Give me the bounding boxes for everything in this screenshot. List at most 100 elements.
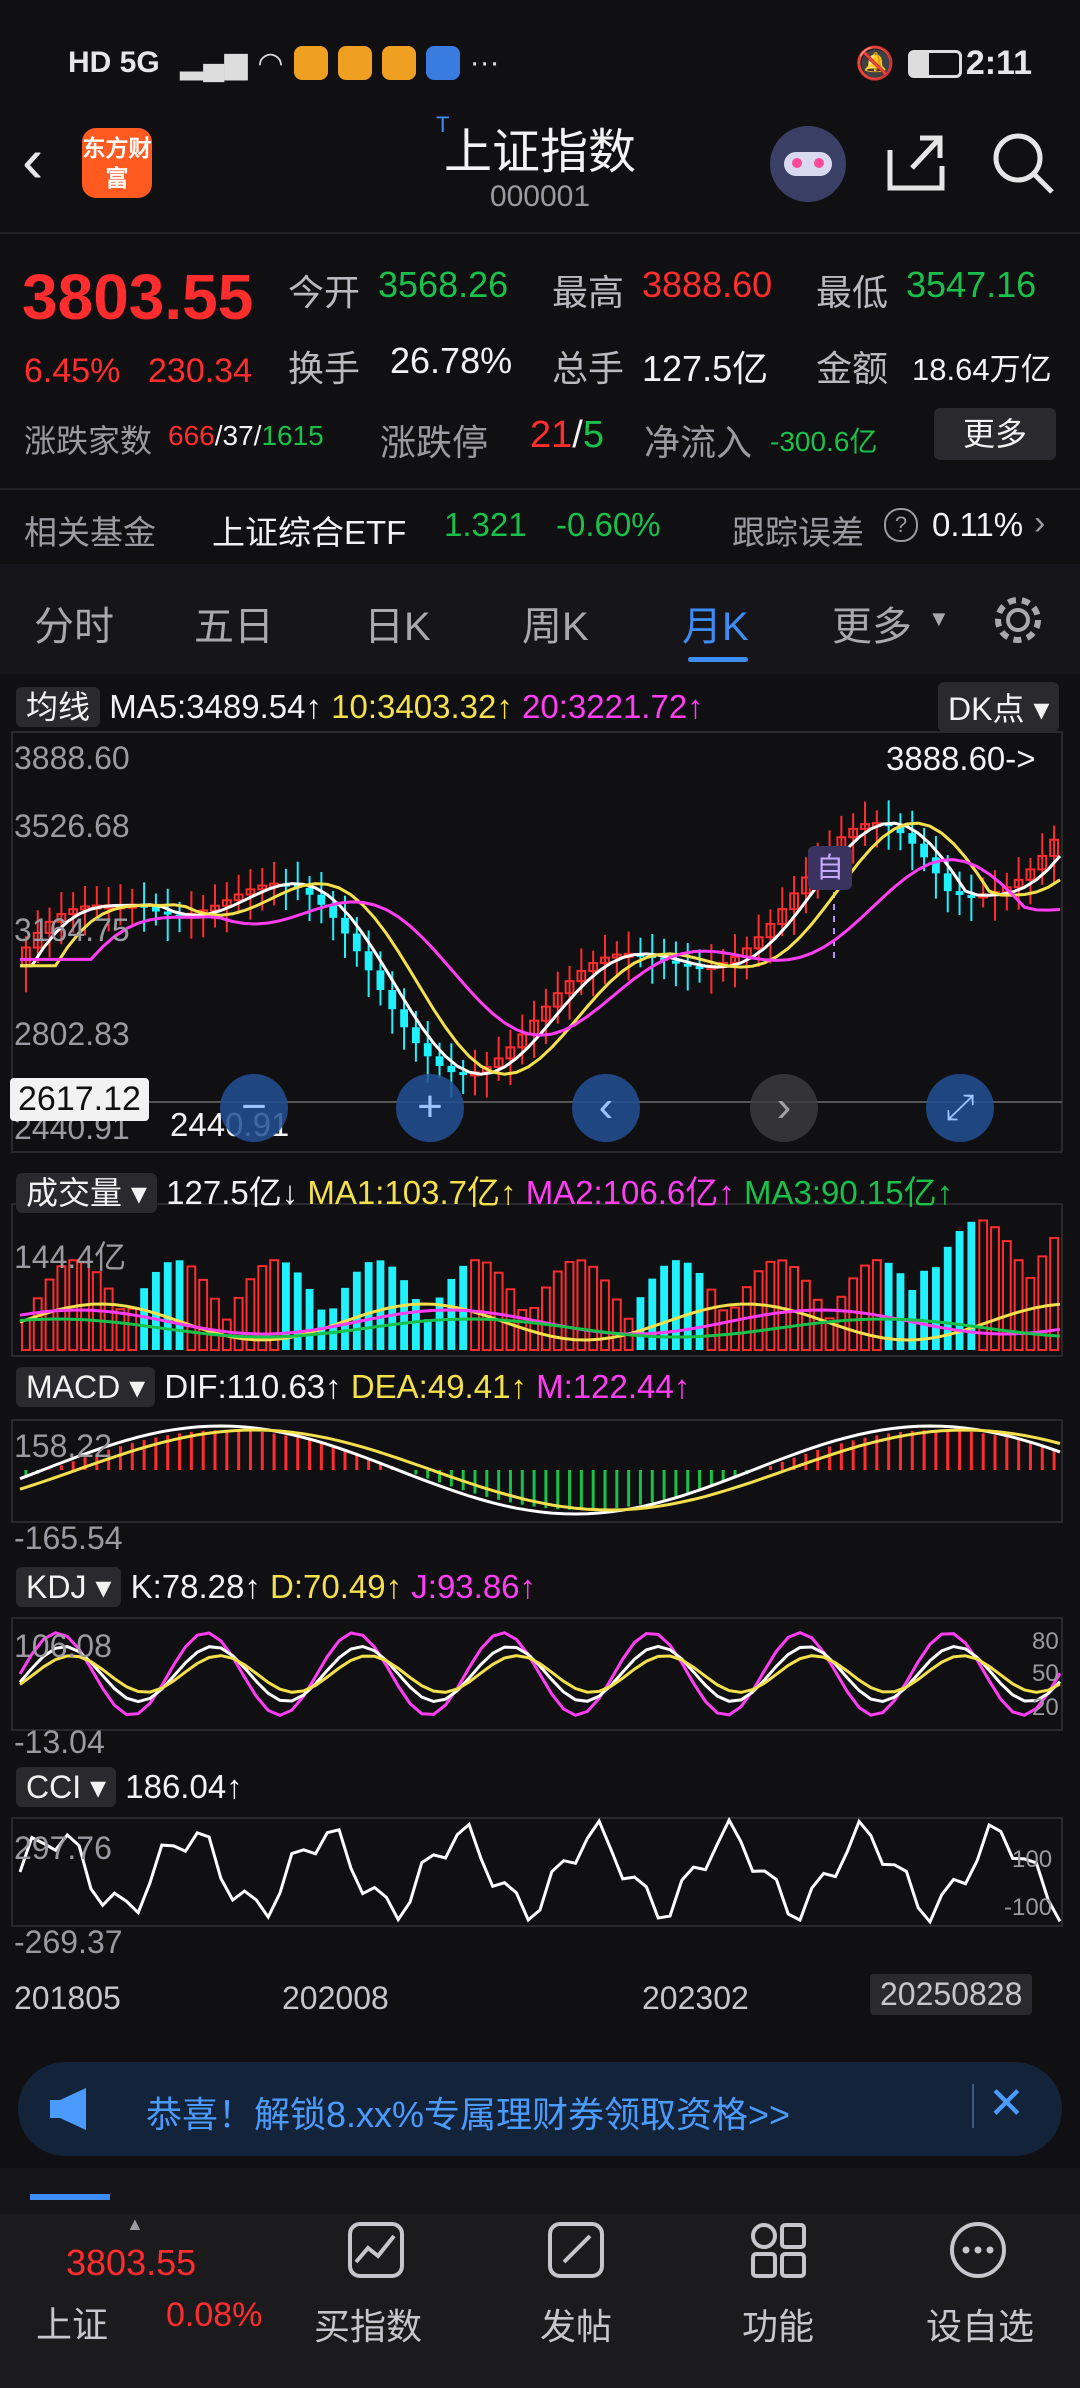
volume-chip[interactable]: 成交量 ▾ (16, 1173, 157, 1213)
assistant-robot-icon[interactable] (770, 126, 846, 202)
macd-chip[interactable]: MACD ▾ (16, 1367, 156, 1407)
tab-daily-k[interactable]: 日K (364, 594, 431, 652)
volume-bar (777, 1259, 788, 1351)
nav-add-watchlist[interactable]: 设自选 (926, 2298, 1034, 2350)
nav-index-change: 0.08% (166, 2296, 263, 2334)
tab-more[interactable]: 更多 (832, 594, 912, 652)
app-notification-icon (293, 46, 328, 80)
price-axis-2: 3526.68 (14, 808, 130, 844)
help-icon[interactable]: ? (884, 508, 918, 542)
volume-bar (493, 1271, 504, 1352)
fund-name[interactable]: 上证综合ETF (212, 506, 406, 554)
cci-axis-top: 297.76 (14, 1830, 112, 1866)
kdj-chip[interactable]: KDJ ▾ (16, 1567, 122, 1607)
amount-label: 金额 (816, 348, 889, 389)
tab-monthly-k[interactable]: 月K (682, 594, 749, 652)
nav-functions[interactable]: 功能 (742, 2298, 814, 2350)
nav-index-price[interactable]: 3803.55 (66, 2242, 196, 2284)
pan-left-button[interactable]: ‹ (572, 1074, 640, 1142)
vol-ma2: MA2:106.6亿 (525, 1174, 719, 1211)
trading-badge: T (436, 112, 450, 137)
high-marker: 3888.60-> (886, 740, 1036, 777)
app-notification-icon (337, 46, 372, 80)
volume-bar (576, 1259, 587, 1351)
candle-body (423, 1043, 432, 1057)
volume-bar (848, 1277, 859, 1351)
volume-bar (163, 1262, 172, 1350)
cci-chip[interactable]: CCI ▾ (16, 1767, 117, 1807)
volume-bar (103, 1287, 114, 1351)
volume-bar (305, 1288, 314, 1350)
volume-bar (706, 1288, 717, 1352)
nav-post[interactable]: 发帖 (540, 2298, 612, 2350)
volume-bar (233, 1296, 244, 1351)
tracking-error-value: 0.11% (932, 506, 1024, 543)
app-notification-icon (425, 46, 460, 80)
volume-bar (152, 1271, 160, 1350)
chevron-right-icon[interactable]: › (1034, 504, 1045, 543)
settings-gear-icon[interactable] (990, 592, 1046, 648)
macd-row: MACD ▾ DIF:110.63↑ DEA:49.41↑ M:122.44↑ (16, 1367, 690, 1407)
candle-body (329, 904, 338, 918)
more-quote-button[interactable]: 更多 (934, 408, 1056, 460)
tab-weekly-k[interactable]: 周K (522, 594, 589, 652)
close-icon[interactable]: ✕ (988, 2078, 1025, 2129)
zoom-out-button[interactable]: − (220, 1074, 288, 1142)
kdj-d: D:70.49 (270, 1568, 386, 1605)
volume-value: 127.5亿 (642, 348, 769, 389)
volume-row: 成交量 ▾ 127.5亿↓ MA1:103.7亿↑ MA2:106.6亿↑ MA… (16, 1166, 953, 1214)
self-marker-tag[interactable]: 自 (808, 846, 852, 890)
breadth-values: 666/37/1615 (168, 420, 324, 451)
sub-tab-strip (0, 2168, 1080, 2214)
search-icon[interactable] (990, 130, 1056, 196)
breadth-label: 涨跌家数 (24, 423, 153, 459)
volume-bar (978, 1219, 989, 1351)
kdj-k: K:78.28 (130, 1568, 245, 1605)
volume-axis-top: 144.4亿 (14, 1239, 127, 1275)
change-pct: 6.45% (24, 352, 121, 390)
nav-index-name[interactable]: 上证 (36, 2296, 108, 2348)
volume-bar (21, 1319, 31, 1351)
macd-m: M:122.44 (536, 1368, 674, 1405)
add-watchlist-icon[interactable] (948, 2220, 1008, 2280)
dk-point-button[interactable]: DK点 ▾ (938, 682, 1060, 732)
wifi-icon: ◠ (257, 47, 284, 80)
kdj-axis-top: 106.08 (14, 1628, 112, 1664)
tab-five-day[interactable]: 五日 (194, 594, 274, 652)
kdj-ref-80: 80 (1032, 1628, 1059, 1655)
volume-bar (329, 1308, 338, 1350)
promo-text[interactable]: 恭喜！解锁8.xx%专属理财券领取资格>> (146, 2086, 790, 2138)
zoom-in-button[interactable]: + (396, 1074, 464, 1142)
volume-bar (44, 1278, 55, 1351)
buy-index-icon[interactable] (348, 2222, 404, 2278)
high-label: 最高 (552, 272, 625, 313)
tracking-error-label: 跟踪误差 (732, 514, 864, 551)
fullscreen-icon[interactable]: ⤢ (926, 1074, 994, 1142)
kdj-ref-50: 50 (1032, 1660, 1059, 1687)
volume-bar (198, 1278, 209, 1351)
price-axis-3: 3164.75 (14, 912, 130, 948)
nav-buy-index[interactable]: 买指数 (314, 2298, 422, 2350)
volume-bar (636, 1297, 645, 1350)
ma-chip[interactable]: 均线 (16, 687, 101, 727)
volume-bar (789, 1266, 800, 1351)
candle-body (435, 1056, 444, 1067)
volume-bar (352, 1271, 361, 1350)
date-label-3: 202302 (642, 1980, 749, 2016)
cci-ref-minus100: -100 (1004, 1894, 1053, 1921)
post-icon[interactable] (548, 2222, 604, 2278)
signal-icon: ▂▄▆ (180, 47, 248, 80)
macd-dea: DEA:49.41 (350, 1368, 511, 1405)
share-icon[interactable] (884, 130, 948, 194)
tab-intraday[interactable]: 分时 (34, 594, 114, 652)
functions-icon[interactable] (748, 2220, 808, 2280)
vol-ma3: MA3:90.15亿 (743, 1174, 937, 1211)
banner-divider (972, 2084, 974, 2128)
volume-value: 127.5亿 (166, 1174, 282, 1211)
ma-row: 均线 MA5:3489.54↑ 10:3403.32↑ 20:3221.72↑ (16, 682, 704, 728)
volume-bar (730, 1306, 740, 1351)
pan-right-button[interactable]: › (750, 1074, 818, 1142)
k-line-chart[interactable] (0, 670, 1080, 2050)
volume-bar (412, 1299, 420, 1350)
candle-body (955, 891, 964, 896)
